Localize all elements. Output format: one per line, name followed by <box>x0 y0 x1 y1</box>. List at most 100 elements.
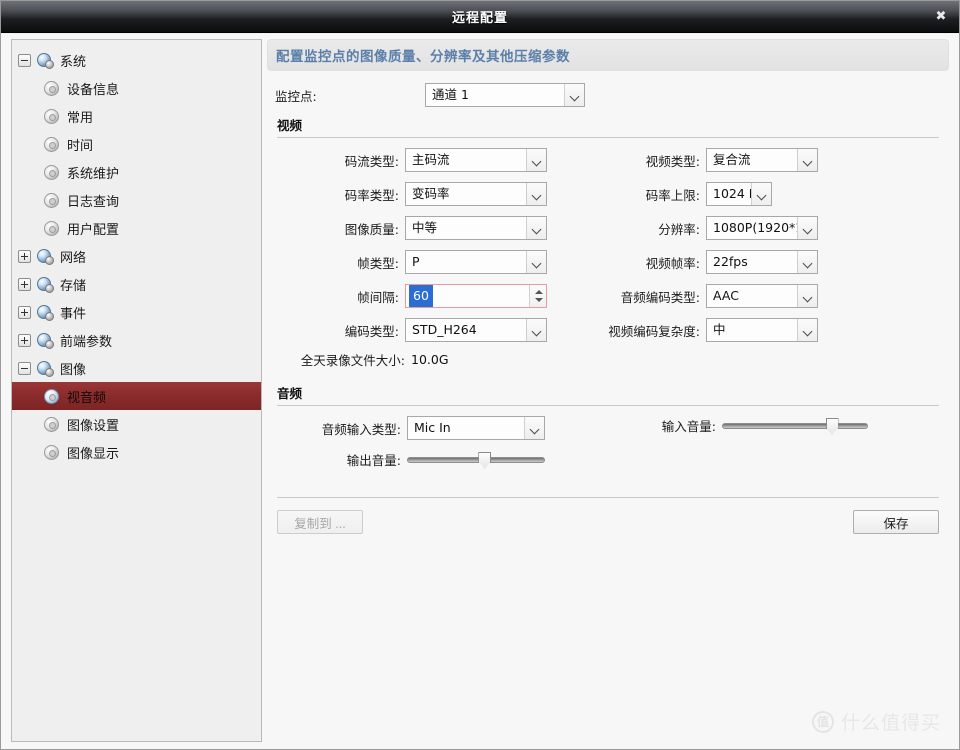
video-left-label-1: 码率类型: <box>344 187 399 203</box>
audio-input-type-value: Mic In <box>414 420 451 435</box>
chevron-down-icon <box>526 251 546 273</box>
video-left-select-3[interactable]: P <box>405 250 547 274</box>
close-icon[interactable]: ✖ <box>931 7 951 27</box>
sidebar-item-label: 用户配置 <box>67 222 120 238</box>
sidebar-item-1[interactable]: 设备信息 <box>12 74 261 102</box>
input-volume-slider[interactable] <box>722 417 868 435</box>
sidebar-item-11[interactable]: 图像 <box>12 354 261 382</box>
sidebar-item-label: 日志查询 <box>67 194 120 210</box>
output-volume-row: 输出音量: <box>275 450 575 469</box>
sidebar-item-0[interactable]: 系统 <box>12 46 261 74</box>
video-right-label-2: 分辨率: <box>658 221 700 237</box>
video-right-label-5: 视频编码复杂度: <box>608 323 700 339</box>
globe-gear-icon <box>37 360 54 377</box>
globe-gear-icon <box>37 248 54 265</box>
gear-icon <box>44 444 59 460</box>
sidebar-item-label: 系统维护 <box>67 166 120 182</box>
globe-gear-icon <box>37 304 54 321</box>
input-volume-row: 输入音量: <box>600 416 930 435</box>
sidebar-item-3[interactable]: 时间 <box>12 130 261 158</box>
sidebar-item-10[interactable]: 前端参数 <box>12 326 261 354</box>
sidebar-item-6[interactable]: 用户配置 <box>12 214 261 242</box>
output-volume-knob[interactable] <box>478 451 492 469</box>
settings-tree: 系统 设备信息 常用 时间系统维护日志查询用户配置网络存储 事件前端参数图像 视音频 图像设… <box>12 40 261 466</box>
navigation-sidebar: 系统 设备信息 常用 时间系统维护日志查询用户配置网络存储 事件前端参数图像 视音频 图像设… <box>11 39 262 742</box>
gear-icon <box>44 220 59 236</box>
sidebar-item-13[interactable]: 图像设置 <box>12 410 261 438</box>
input-volume-knob[interactable] <box>825 417 839 435</box>
gear-icon <box>44 192 59 208</box>
video-right-select-value-5: 中 <box>713 322 726 337</box>
sidebar-item-4[interactable]: 系统维护 <box>12 158 261 186</box>
sidebar-item-2[interactable]: 常用 <box>12 102 261 130</box>
chevron-down-icon <box>797 149 817 171</box>
video-left-label-0: 码流类型: <box>344 153 399 169</box>
expand-icon[interactable] <box>18 277 31 291</box>
spinner-stepper-4[interactable] <box>529 285 546 307</box>
sidebar-item-8[interactable]: 存储 <box>12 270 261 298</box>
expand-icon[interactable] <box>18 249 31 263</box>
sidebar-item-label: 网络 <box>60 250 87 266</box>
video-left-select-value-5: STD_H264 <box>412 322 477 337</box>
chevron-down-icon <box>526 217 546 239</box>
globe-gear-icon <box>37 332 54 349</box>
video-section-title: 视频 <box>277 118 303 133</box>
chevron-down-icon <box>526 149 546 171</box>
video-right-column: 视频类型: 复合流码率上限: 1024 Kbps 分辨率: 1080P(1920*108… <box>600 148 930 352</box>
file-size-value: 10.0G <box>411 352 449 367</box>
output-volume-slider[interactable] <box>407 451 545 469</box>
video-right-select-4[interactable]: AAC <box>706 284 818 308</box>
channel-select[interactable]: 通道 1 <box>425 83 585 107</box>
video-right-select-value-2: 1080P(1920*1080) <box>713 220 797 235</box>
gear-icon <box>44 136 59 152</box>
video-right-row-1: 码率上限: 1024 Kbps <box>600 182 930 206</box>
video-right-select-2[interactable]: 1080P(1920*1080) <box>706 216 818 240</box>
video-left-spinner-4[interactable]: 60 <box>405 284 547 308</box>
sidebar-item-5[interactable]: 日志查询 <box>12 186 261 214</box>
globe-gear-icon <box>37 276 54 293</box>
gear-icon <box>44 108 59 124</box>
video-left-select-0[interactable]: 主码流 <box>405 148 547 172</box>
video-left-select-2[interactable]: 中等 <box>405 216 547 240</box>
video-right-select-5[interactable]: 中 <box>706 318 818 342</box>
file-size-row: 全天录像文件大小: 10.0G <box>275 350 941 369</box>
video-left-select-1[interactable]: 变码率 <box>405 182 547 206</box>
sidebar-item-14[interactable]: 图像显示 <box>12 438 261 466</box>
video-right-label-4: 音频编码类型: <box>620 289 700 305</box>
video-right-label-1: 码率上限: <box>645 187 700 203</box>
file-size-label: 全天录像文件大小: <box>300 353 405 368</box>
main-panel: 配置监控点的图像质量、分辨率及其他压缩参数 监控点: 通道 1 视频 码流类型:… <box>267 39 949 544</box>
collapse-icon[interactable] <box>18 53 31 67</box>
sidebar-item-7[interactable]: 网络 <box>12 242 261 270</box>
video-left-label-3: 帧类型: <box>357 255 399 271</box>
sidebar-item-label: 前端参数 <box>60 334 113 350</box>
chevron-down-icon <box>751 183 771 205</box>
video-right-select-value-1: 1024 Kbps <box>713 186 751 201</box>
video-left-select-5[interactable]: STD_H264 <box>405 318 547 342</box>
video-left-row-0: 码流类型: 主码流 <box>275 148 575 172</box>
chevron-down-icon <box>797 251 817 273</box>
video-right-row-2: 分辨率: 1080P(1920*1080) <box>600 216 930 240</box>
collapse-icon[interactable] <box>18 361 31 375</box>
remote-config-window: 远程配置 ✖ 系统 设备信息 常用 时间 系统维护 日志查询 用户配置 网络 存储 事件 前端参数图… <box>0 0 960 750</box>
sidebar-item-9[interactable]: 事件 <box>12 298 261 326</box>
audio-input-type-select[interactable]: Mic In <box>407 416 545 440</box>
copy-to-button[interactable]: 复制到 ... <box>277 510 363 534</box>
save-button[interactable]: 保存 <box>853 510 939 534</box>
video-right-select-1[interactable]: 1024 Kbps <box>706 182 772 206</box>
video-right-select-3[interactable]: 22fps <box>706 250 818 274</box>
chevron-down-icon <box>797 319 817 341</box>
expand-icon[interactable] <box>18 305 31 319</box>
footer-divider <box>277 497 939 498</box>
audio-input-type-row: 音频输入类型: Mic In <box>275 416 575 440</box>
video-left-column: 码流类型: 主码流 码率类型: 变码率 图像质量: 中等 帧类型: P 帧间隔: 60 编码类型: S… <box>275 148 575 352</box>
video-right-select-0[interactable]: 复合流 <box>706 148 818 172</box>
video-right-label-3: 视频帧率: <box>645 255 700 271</box>
gear-icon <box>44 416 59 432</box>
gear-icon <box>44 164 59 180</box>
video-right-row-3: 视频帧率: 22fps <box>600 250 930 274</box>
sidebar-item-12[interactable]: 视音频 <box>12 382 261 410</box>
gear-icon <box>44 80 59 96</box>
expand-icon[interactable] <box>18 333 31 347</box>
video-left-label-2: 图像质量: <box>344 221 399 237</box>
